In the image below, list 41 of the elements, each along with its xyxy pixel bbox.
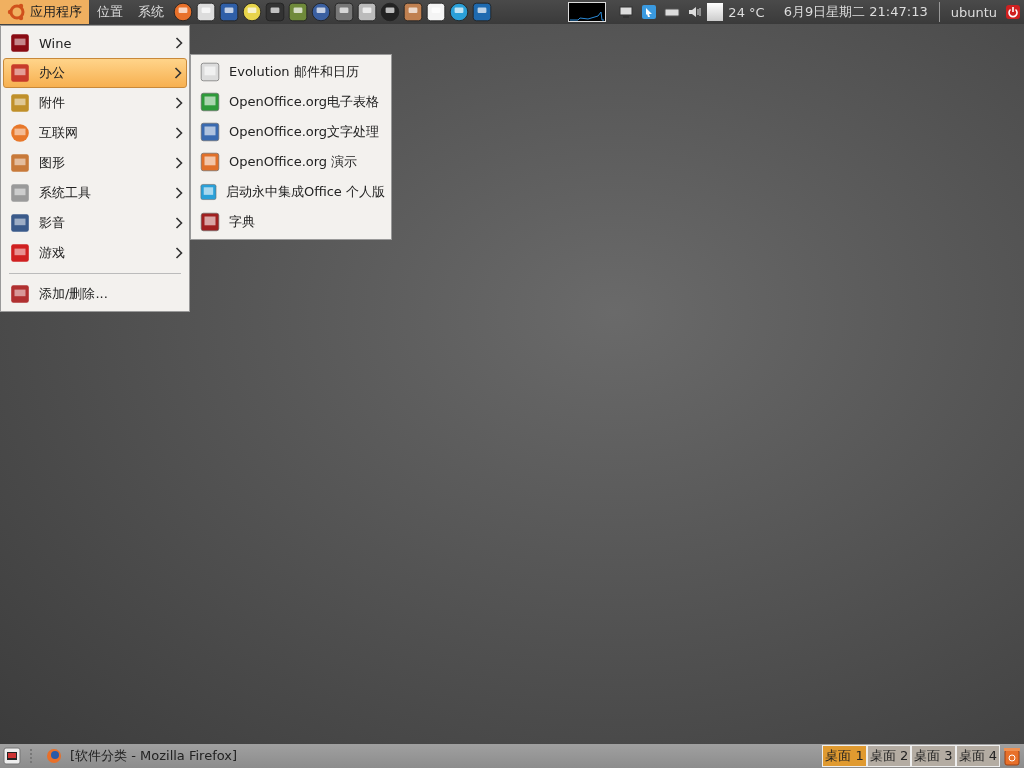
clock[interactable]: 6月9日星期二 21:47:13: [779, 3, 932, 21]
chevron-right-icon: [175, 97, 183, 109]
workspace-button[interactable]: 桌面 4: [955, 745, 1000, 767]
menu-item[interactable]: 影音: [1, 208, 189, 238]
cursor-icon[interactable]: [641, 4, 658, 20]
menu-item[interactable]: 游戏: [1, 238, 189, 268]
panel-menu[interactable]: 位置: [90, 0, 130, 24]
trash-icon[interactable]: [1002, 746, 1022, 766]
chevron-right-icon: [175, 187, 183, 199]
menu-item[interactable]: Wine: [1, 28, 189, 58]
menu-item[interactable]: 系统工具: [1, 178, 189, 208]
panel-menu[interactable]: 系统: [131, 0, 171, 24]
menu-item[interactable]: 启动永中集成Office 个人版: [191, 177, 391, 207]
show-desktop-icon[interactable]: [3, 747, 21, 765]
menu-item[interactable]: Evolution 邮件和日历: [191, 57, 391, 87]
menu-item[interactable]: OpenOffice.org文字处理: [191, 117, 391, 147]
load-graph-icon: [568, 2, 607, 22]
taskbar-button[interactable]: [软件分类 - Mozilla Firefox]: [40, 745, 244, 767]
temperature: 24 °C: [727, 4, 766, 20]
menu-item[interactable]: OpenOffice.org 演示: [191, 147, 391, 177]
volume-icon[interactable]: [687, 4, 704, 20]
chevron-right-icon: [175, 127, 183, 139]
circle-logo-icon: [7, 2, 27, 22]
menu-item[interactable]: 互联网: [1, 118, 189, 148]
menu-item[interactable]: OpenOffice.org电子表格: [191, 87, 391, 117]
panel-menu[interactable]: 应用程序: [0, 0, 89, 24]
chevron-right-icon: [175, 157, 183, 169]
chevron-right-icon: [175, 37, 183, 49]
menu-item[interactable]: 附件: [1, 88, 189, 118]
workspace-button[interactable]: 桌面 2: [866, 745, 912, 767]
workspace-button[interactable]: 桌面 3: [911, 745, 956, 767]
chevron-right-icon: [174, 67, 182, 79]
user-name[interactable]: ubuntu: [946, 4, 1001, 20]
menu-item[interactable]: 办公: [3, 58, 187, 88]
menu-item[interactable]: 图形: [1, 148, 189, 178]
menu-item[interactable]: 添加/删除...: [1, 279, 189, 309]
chevron-right-icon: [175, 217, 183, 229]
workspace-button[interactable]: 桌面 1: [822, 745, 867, 767]
power-icon[interactable]: [1005, 4, 1021, 20]
menu-item[interactable]: 字典: [191, 207, 391, 237]
chevron-right-icon: [175, 247, 183, 259]
